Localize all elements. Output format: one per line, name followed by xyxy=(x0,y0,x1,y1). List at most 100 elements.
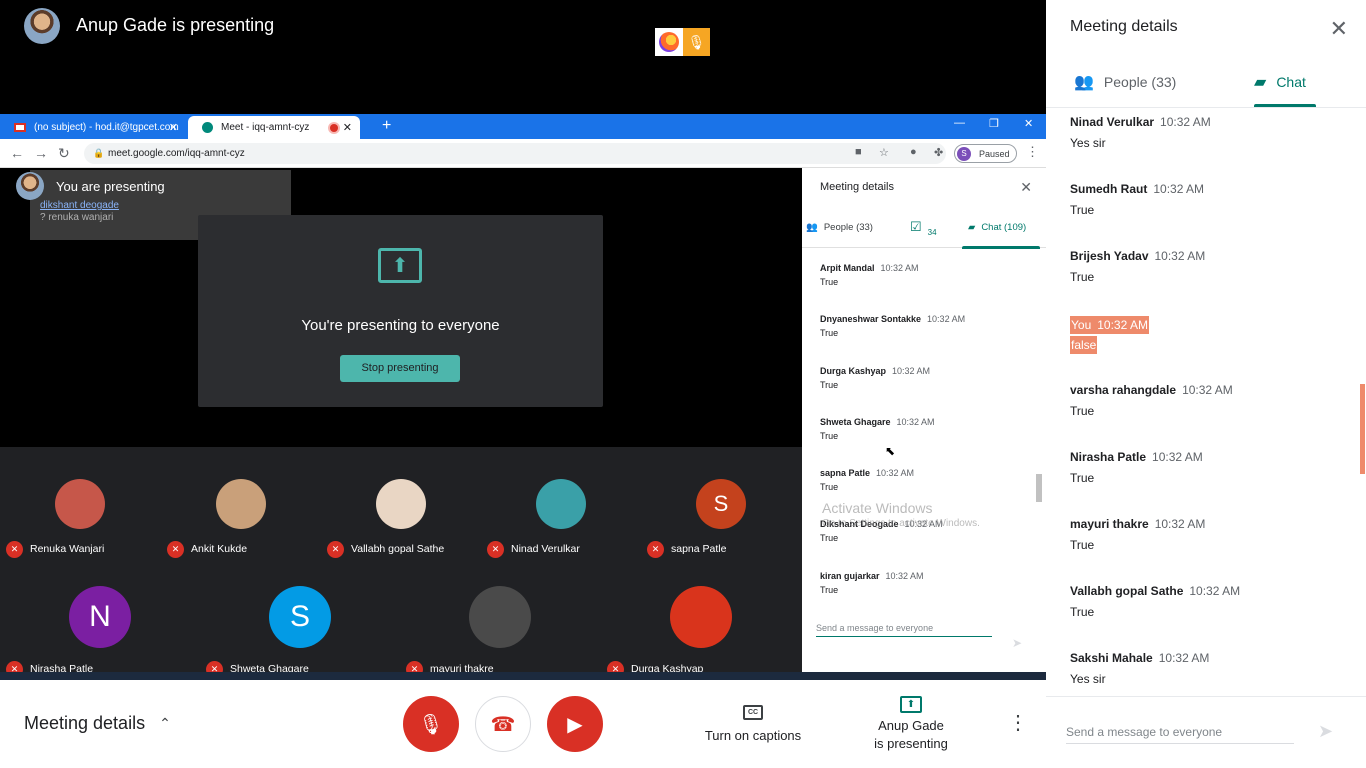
browser-tab-meet[interactable]: Meet - iqq-amnt-cyz ✕ xyxy=(188,116,360,139)
browser-tab-gmail[interactable]: (no subject) - hod.it@tgpcet.com ✕ xyxy=(0,116,186,139)
message-sender: Arpit Mandal xyxy=(820,263,875,273)
send-icon[interactable]: ➤ xyxy=(1012,636,1022,650)
message-time: 10:32 AM xyxy=(1097,318,1148,332)
recording-icon xyxy=(330,123,338,132)
tasks-count: 34 xyxy=(927,228,937,237)
participant-tile[interactable]: S ✕ sapna Patle xyxy=(641,479,801,579)
self-avatar xyxy=(16,172,44,200)
firefox-icon[interactable] xyxy=(655,28,683,56)
meet-icon xyxy=(202,122,213,133)
mic-off-icon: ✕ xyxy=(327,540,344,558)
star-icon[interactable]: ☆ xyxy=(879,146,889,159)
participant-name-row: ✕ Renuka Wanjari xyxy=(6,540,104,558)
camera-off-icon: ▶ xyxy=(567,713,583,736)
chat-messages: Ninad Verulkar 10:32 AM Yes sir Sumedh Ra… xyxy=(1070,115,1350,718)
participant-tile[interactable]: N ✕ Nirasha Patle xyxy=(0,586,200,680)
camera-toggle-button[interactable]: ▶ xyxy=(547,696,603,752)
captions-button[interactable]: CC Turn on captions xyxy=(701,702,805,743)
gmail-icon xyxy=(14,123,26,132)
participant-tile[interactable]: ✕ Vallabh gopal Sathe xyxy=(321,479,481,579)
tab-chat[interactable]: ▰ Chat (109) xyxy=(968,222,1026,233)
leave-call-button[interactable]: ☎ xyxy=(475,696,531,752)
message-header: Dnyaneshwar Sontakke 10:32 AM xyxy=(820,314,1040,324)
mic-off-icon: 🎙 xyxy=(418,713,444,736)
chevron-up-icon: ⌃ xyxy=(159,715,171,731)
close-window-icon[interactable]: ✕ xyxy=(1024,117,1033,130)
message-sender: kiran gujarkar xyxy=(820,570,880,581)
message-text: True xyxy=(820,584,839,595)
hang-up-icon: ☎ xyxy=(490,713,516,736)
message-time: 10:32 AM xyxy=(880,263,919,273)
inner-chat-scrollbar[interactable] xyxy=(1036,474,1042,502)
new-tab-icon[interactable]: + xyxy=(382,117,391,135)
participant-tile[interactable]: ✕ Ankit Kukde xyxy=(161,479,321,579)
participant-tile[interactable]: ✕ Durga Kashyap xyxy=(601,586,801,680)
mic-off-icon: ✕ xyxy=(647,540,664,558)
participant-tile[interactable]: ✕ Ninad Verulkar xyxy=(481,479,641,579)
chat-message: Durga Kashyap 10:32 AM True xyxy=(820,366,1040,417)
message-time: 10:32 AM xyxy=(1189,584,1241,598)
mic-toggle-button[interactable]: 🎙 xyxy=(403,696,459,752)
send-icon[interactable]: ➤ xyxy=(1318,721,1333,742)
puzzle-icon[interactable]: ✤ xyxy=(934,146,943,159)
participant-avatar: N xyxy=(69,586,131,648)
mic-off-icon: ✕ xyxy=(487,540,504,558)
active-tab-indicator xyxy=(962,246,1040,249)
participant-tile[interactable]: ✕ Renuka Wanjari xyxy=(0,479,160,579)
message-text: True xyxy=(1070,605,1095,619)
chat-message-input[interactable]: Send a message to everyone xyxy=(1066,725,1294,744)
camera-icon[interactable]: ■ xyxy=(855,146,862,158)
lock-icon: 🔒 xyxy=(93,148,105,158)
back-icon[interactable]: ← xyxy=(10,145,24,161)
tab-people[interactable]: 👥 People (33) xyxy=(1074,72,1176,92)
reload-icon[interactable]: ↻ xyxy=(58,145,70,162)
inner-chat-input[interactable]: Send a message to everyone xyxy=(816,623,992,637)
chat-scrollbar[interactable] xyxy=(1360,384,1365,474)
stop-presenting-button[interactable]: Stop presenting xyxy=(340,355,460,382)
message-header: You 10:32 AM xyxy=(1070,316,1149,334)
close-tab-icon[interactable]: ✕ xyxy=(169,121,178,134)
minimize-icon[interactable]: — xyxy=(954,117,965,129)
participant-tile[interactable]: S ✕ Shweta Ghagare xyxy=(200,586,400,680)
extension-icons: 🎙 xyxy=(655,28,710,56)
tab-chat-label: Chat xyxy=(1276,74,1306,90)
message-text: True xyxy=(820,482,839,493)
tab-people[interactable]: 👥 People (33) xyxy=(806,222,873,233)
chat-input-area: Send a message to everyone ➤ xyxy=(1046,696,1366,768)
message-sender: Shweta Ghagare xyxy=(820,416,891,427)
message-header: Sakshi Mahale 10:32 AM xyxy=(1070,651,1350,665)
message-text: false xyxy=(1070,336,1098,354)
participant-name: Ninad Verulkar xyxy=(511,543,580,555)
presenting-card: ⬆ You're presenting to everyone Stop pre… xyxy=(198,215,603,407)
meeting-details-button[interactable]: Meeting details ⌃ xyxy=(24,713,171,734)
message-header: Nirasha Patle 10:32 AM xyxy=(1070,450,1350,464)
chat-message: kiran gujarkar 10:32 AM True xyxy=(820,571,1040,622)
restore-icon[interactable]: ❐ xyxy=(989,117,999,130)
participant-name: Ankit Kukde xyxy=(191,543,248,555)
tab-chat-label: Chat (109) xyxy=(981,222,1027,233)
close-tab-icon[interactable]: ✕ xyxy=(343,121,352,134)
close-icon[interactable]: ✕ xyxy=(1020,179,1032,196)
message-text: True xyxy=(820,533,839,544)
tab-chat[interactable]: ▰ Chat xyxy=(1254,72,1306,92)
participant-tile[interactable]: ✕ mayuri thakre xyxy=(400,586,600,680)
message-header: varsha rahangdale 10:32 AM xyxy=(1070,383,1350,397)
extension-circle-icon[interactable]: ● xyxy=(910,146,917,158)
url-field[interactable]: 🔒 meet.google.com/iqq-amnt-cyz xyxy=(84,143,946,164)
forward-icon[interactable]: → xyxy=(34,145,48,161)
message-text: True xyxy=(1070,404,1095,418)
meet-page: dikshant deogade ? renuka wanjari You ar… xyxy=(0,168,802,680)
message-sender: You xyxy=(1071,318,1092,332)
chat-message: Dnyaneshwar Sontakke 10:32 AM True xyxy=(820,314,1040,365)
tab-tasks[interactable]: ☑ 34 xyxy=(910,216,937,238)
message-time: 10:32 AM xyxy=(927,314,966,325)
tab-people-label: People (33) xyxy=(1103,74,1177,90)
browser-menu-icon[interactable]: ⋮ xyxy=(1026,144,1039,160)
more-options-icon[interactable]: ⋮ xyxy=(1008,710,1028,735)
microphone-icon[interactable]: 🎙 xyxy=(683,28,710,56)
close-icon[interactable]: ✕ xyxy=(1330,16,1348,42)
profile-button[interactable]: S Paused xyxy=(954,144,1017,163)
presenting-button[interactable]: ⬆ Anup Gade is presenting xyxy=(866,694,956,753)
chat-message: Brijesh Yadav 10:32 AM True xyxy=(1070,249,1350,316)
message-time: 10:32 AM xyxy=(1160,115,1211,129)
